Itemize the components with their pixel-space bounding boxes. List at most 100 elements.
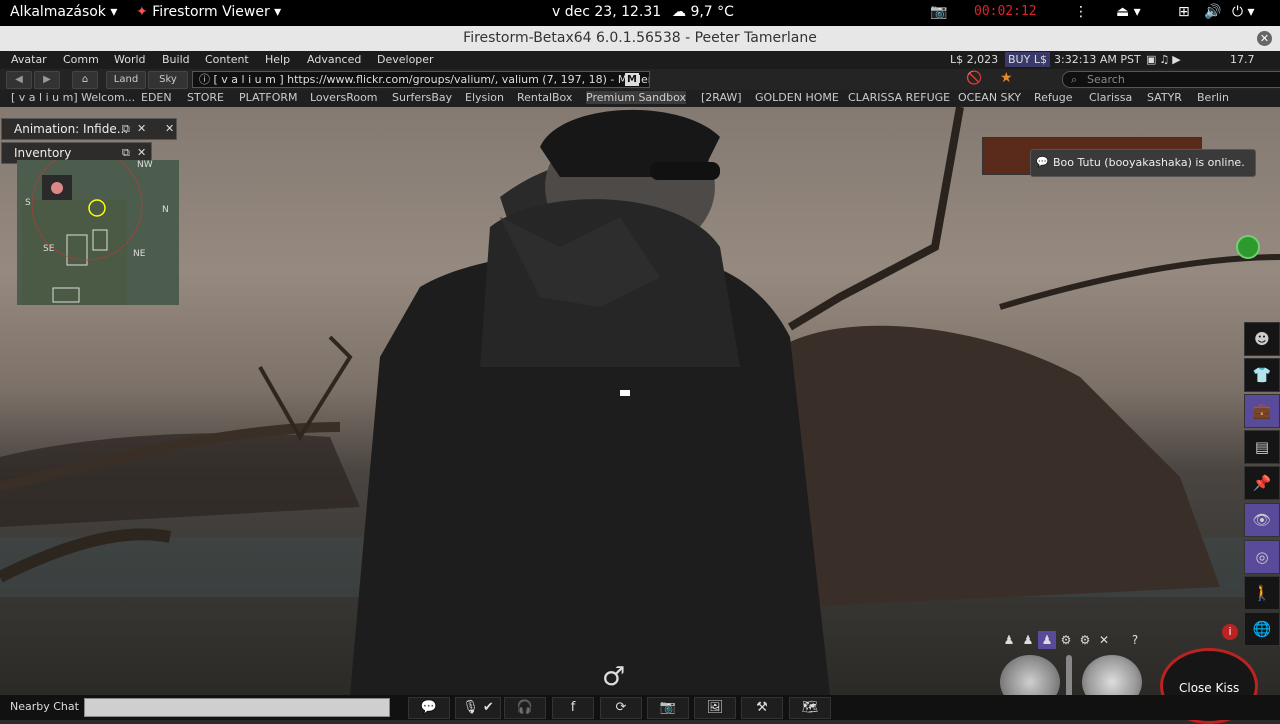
camera-preset-icon[interactable]: ♟ [1038, 631, 1056, 649]
recording-timer[interactable]: 00:02:12 [974, 4, 1037, 19]
inventory-title: Inventory [14, 146, 72, 160]
favorite-item[interactable]: Clarissa [1089, 91, 1132, 104]
scene-illustration [0, 107, 1280, 695]
close-window-button[interactable]: ✕ [1257, 31, 1272, 46]
close-icon[interactable]: ✕ [1095, 631, 1113, 649]
back-button[interactable]: ◀ [6, 71, 32, 89]
favorite-item[interactable]: OCEAN SKY [958, 91, 1021, 104]
search-icon: ⌕ [1071, 73, 1078, 86]
favorite-item[interactable]: SurfersBay [392, 91, 452, 104]
favorite-item[interactable]: LoversRoom [310, 91, 378, 104]
favorite-item[interactable]: Premium Sandbox [586, 91, 687, 104]
camera-preset-icon[interactable]: ♟ [1019, 631, 1037, 649]
compass-nw: NW [137, 160, 153, 170]
location-input[interactable]: ⓘ [ v a l i u m ] https://www.flickr.com… [192, 71, 650, 88]
chat-input[interactable] [84, 698, 390, 717]
weather[interactable]: ☁ 9,7 °C [672, 4, 734, 20]
forward-button[interactable]: ▶ [34, 71, 60, 89]
land-button[interactable]: Land [106, 71, 146, 89]
online-notification[interactable]: 💬 Boo Tutu (booyakashaka) is online. [1030, 149, 1256, 177]
menu-avatar[interactable]: Avatar [11, 53, 47, 66]
animation-floater[interactable]: Animation: Infide... ⧉ ✕ ✕ [1, 118, 177, 140]
activities-menu[interactable]: Alkalmazások ▾ [10, 4, 117, 20]
menu-build[interactable]: Build [162, 53, 190, 66]
power-icon[interactable]: ⏻ ▾ [1232, 4, 1255, 20]
build-button[interactable]: ⚒ [741, 697, 783, 719]
gnome-top-bar: Alkalmazások ▾ ✦ Firestorm Viewer ▾ v de… [0, 0, 1280, 26]
sidebar-inventory-button[interactable]: 💼 [1244, 394, 1280, 428]
green-hud-icon[interactable] [1236, 235, 1260, 259]
favorite-item[interactable]: [2RAW] [701, 91, 742, 104]
sidebar-view-button[interactable]: 👁 [1244, 503, 1280, 537]
sidebar-avatar-button[interactable]: ☻ [1244, 322, 1280, 356]
menu-content[interactable]: Content [205, 53, 249, 66]
map-button[interactable]: 🗺 [789, 697, 831, 719]
app-menu[interactable]: ✦ Firestorm Viewer ▾ [136, 4, 281, 20]
search-input[interactable]: ⌕ Search [1062, 71, 1280, 88]
favorite-item[interactable]: Elysion [465, 91, 504, 104]
sidebar-profile-button[interactable]: ▤ [1244, 430, 1280, 464]
sidebar-places-button[interactable]: 📌 [1244, 466, 1280, 500]
favorite-star-icon[interactable]: ★ [1000, 70, 1013, 86]
info-icon[interactable]: ⓘ [199, 73, 210, 86]
menu-developer[interactable]: Developer [377, 53, 434, 66]
media-controls-icon[interactable]: ▣♫▶ [1146, 53, 1184, 66]
menu-advanced[interactable]: Advanced [307, 53, 361, 66]
buy-currency-button[interactable]: BUY L$ [1005, 52, 1050, 67]
minimize-icon[interactable]: ⧉ [122, 119, 130, 139]
world-viewport[interactable] [0, 107, 1280, 695]
notification-text: Boo Tutu (booyakashaka) is online. [1053, 156, 1245, 169]
favorite-item[interactable]: GOLDEN HOME [755, 91, 839, 104]
sky-button[interactable]: Sky [148, 71, 188, 89]
favorite-item[interactable]: EDEN [141, 91, 172, 104]
favorite-item[interactable]: CLARISSA REFUGE [848, 91, 950, 104]
speak-button[interactable]: 🎙 ✔ [455, 697, 501, 719]
chat-button[interactable]: 💬 [408, 697, 450, 719]
favorite-item[interactable]: Berlin [1197, 91, 1229, 104]
volume-icon[interactable]: 🔊 [1204, 4, 1221, 20]
sidebar-world-button[interactable]: 🌐 [1244, 612, 1280, 646]
photo-icon: 🖼 [706, 700, 724, 715]
help-icon[interactable]: ? [1126, 631, 1144, 649]
camera-icon: 📷 [659, 700, 677, 715]
favorite-item[interactable]: RentalBox [517, 91, 572, 104]
sidebar-move-button[interactable]: 🚶 [1244, 576, 1280, 610]
parcel-icons[interactable]: 🚫 [966, 71, 982, 86]
menu-world[interactable]: World [114, 53, 146, 66]
camera-mode-icon[interactable]: ⚙ [1076, 631, 1094, 649]
favorite-item[interactable]: Refuge [1034, 91, 1073, 104]
home-button[interactable]: ⌂ [72, 71, 98, 89]
snapshot-button[interactable]: 📷 [647, 697, 689, 719]
sidebar-radar-button[interactable]: ◎ [1244, 540, 1280, 574]
favorite-item[interactable]: [ v a l i u m] Welcom... [11, 91, 135, 104]
camera-mode-icon[interactable]: ⚙ [1057, 631, 1075, 649]
camera-preset-icon[interactable]: ♟ [1000, 631, 1018, 649]
favorite-item[interactable]: PLATFORM [239, 91, 298, 104]
eject-icon[interactable]: ⏏ ▾ [1116, 4, 1141, 20]
voice-button[interactable]: 🎧 [504, 697, 546, 719]
home-icon: ⌂ [81, 74, 89, 85]
minimap[interactable]: NW N NE SE S [17, 160, 179, 305]
menu-comm[interactable]: Comm [63, 53, 99, 66]
compass-se: SE [43, 244, 55, 254]
sidebar-appearance-button[interactable]: 👕 [1244, 358, 1280, 392]
favorite-item[interactable]: STORE [187, 91, 224, 104]
close-icon[interactable]: ✕ [165, 119, 174, 139]
map-icon: 🗺 [801, 700, 819, 715]
sync-button[interactable]: ⟳ [600, 697, 642, 719]
favorite-item[interactable]: SATYR [1147, 91, 1182, 104]
facebook-button[interactable]: f [552, 697, 594, 719]
compass-s: S [25, 198, 31, 208]
more-vert-icon[interactable]: ⋮ [1074, 4, 1088, 20]
linden-balance[interactable]: L$ 2,023 [950, 53, 998, 66]
camera-icon[interactable]: 📷 [930, 4, 947, 20]
network-icon[interactable]: ⊞ [1178, 4, 1190, 20]
chat-bubble-icon: 💬 [1036, 157, 1049, 168]
walk-icon: 🚶 [1252, 584, 1272, 602]
photo-button[interactable]: 🖼 [694, 697, 736, 719]
speech-bubble-icon: 💬 [420, 700, 438, 715]
clock[interactable]: v dec 23, 12.31 [552, 4, 661, 20]
menu-help[interactable]: Help [265, 53, 290, 66]
close-icon[interactable]: ✕ [137, 119, 146, 139]
info-alert-icon[interactable]: i [1222, 624, 1238, 640]
